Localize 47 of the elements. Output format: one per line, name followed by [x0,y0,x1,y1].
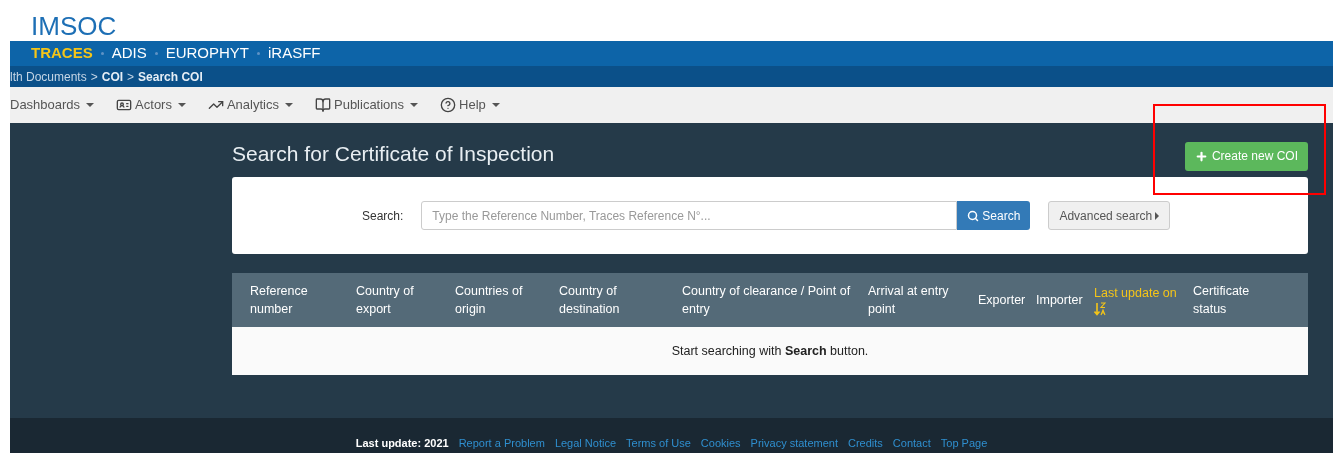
breadcrumb-link[interactable]: COI [101,67,124,86]
footer-link[interactable]: Credits [848,434,883,451]
column-header[interactable]: Country of destination [559,273,682,327]
breadcrumb-separator: > [90,68,98,86]
menu-item[interactable]: Actors [116,95,186,115]
breadcrumb-separator: > [127,68,135,86]
footer-link[interactable]: Terms of Use [626,434,691,451]
footer-link[interactable]: Legal Notice [554,434,617,451]
column-header[interactable]: Certificate status [1193,273,1290,327]
footer-text: Last update: 2021 [355,435,449,451]
breadcrumb-link[interactable]: Search COI [138,67,203,86]
menu-item[interactable]: Help [440,95,500,115]
page-title: Search for Certificate of Inspection [232,141,555,168]
column-header[interactable]: Importer [1036,273,1094,327]
help-icon [440,97,457,113]
id-card-icon [116,97,133,113]
advanced-search-button[interactable]: Advanced search [1048,201,1171,230]
brand-logo[interactable]: IMSOC [31,13,117,39]
search-label: Search: [362,207,404,225]
app-link[interactable]: ADIS [111,42,147,65]
breadcrumb-link[interactable]: lth Documents [10,67,87,86]
menu-item[interactable]: Dashboards [10,95,95,115]
footer-link[interactable]: Privacy statement [750,434,838,451]
column-header[interactable]: Countries of origin [455,273,559,327]
footer-link[interactable]: Report a Problem [458,434,545,451]
book-icon [315,97,331,113]
column-header[interactable]: Exporter [978,273,1036,327]
column-header[interactable]: Country of clearance / Point of entry [682,273,868,327]
menu-item[interactable]: Analytics [207,95,293,115]
column-header[interactable]: Arrival at entry point [868,273,978,327]
caret-icon [1155,211,1160,220]
search-field[interactable]: Type the Reference Number, Traces Reference N°... [421,201,958,230]
app-link[interactable]: TRACES [31,42,93,65]
search-button[interactable]: Search [957,201,1031,230]
footer-link[interactable]: Top Page [940,434,988,451]
footer-link[interactable]: Cookies [700,434,741,451]
app-link[interactable]: iRASFF [268,42,321,65]
column-header[interactable]: Reference number [250,273,356,327]
app-link[interactable]: EUROPHYT [165,42,250,65]
empty-message: Start searching with Search button. [671,343,869,358]
plus-icon [1194,149,1208,163]
sort-descending-icon [1094,302,1106,316]
search-icon [967,209,980,222]
footer-link[interactable]: Contact [892,434,931,451]
menu-item[interactable]: Publications [315,95,419,115]
column-header[interactable]: Last update on [1094,273,1193,327]
column-header[interactable]: Country of export [356,273,455,327]
